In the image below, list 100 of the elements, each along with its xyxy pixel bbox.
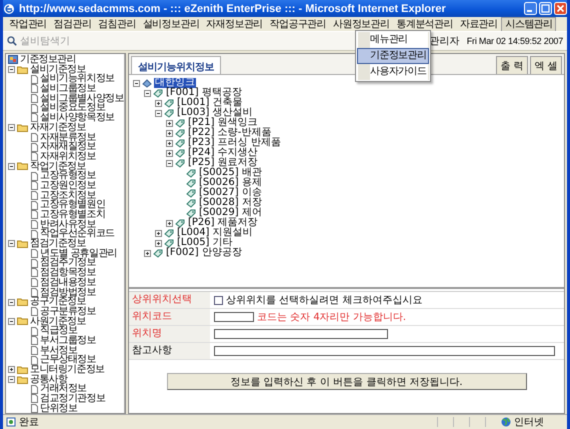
expander-icon[interactable]: [144, 90, 151, 96]
tree-item[interactable]: 작업기준정보: [30, 162, 86, 172]
tree-item[interactable]: 설비사양항목정보: [40, 113, 114, 123]
tree-item[interactable]: 기준정보관리: [20, 55, 76, 65]
menu-option[interactable]: 기준정보관리: [357, 48, 430, 64]
input-field[interactable]: [214, 329, 388, 339]
input-field[interactable]: [214, 346, 555, 356]
expander-icon[interactable]: [8, 366, 15, 374]
tree-item[interactable]: 설비그룹별사양정보: [40, 94, 124, 104]
tree-item[interactable]: 고장유형별조치: [40, 210, 106, 220]
expander-icon[interactable]: [155, 240, 162, 246]
tree-item[interactable]: [P26] 제품저장: [187, 218, 259, 228]
expander-icon[interactable]: [8, 318, 15, 325]
expander-icon[interactable]: [133, 80, 140, 86]
expander-icon[interactable]: [166, 220, 173, 226]
save-button[interactable]: 정보를 입력하신 후 이 버튼을 클릭하면 저장됩니다.: [166, 373, 526, 390]
tree-item[interactable]: [P23] 프러싱 반제품: [187, 138, 282, 148]
tree-item[interactable]: 고장원인정보: [40, 180, 96, 191]
tree-item[interactable]: 년도별 공휴일관리: [40, 248, 117, 258]
tree-item[interactable]: 반려사유정보: [40, 220, 96, 230]
tree-item[interactable]: [S0026] 용제: [198, 178, 263, 188]
expander-icon[interactable]: [166, 120, 173, 126]
tree-item[interactable]: 공통사항: [30, 374, 68, 384]
tree-item[interactable]: 직급정보: [40, 326, 78, 336]
tree-item[interactable]: 모니터링기준정보: [30, 365, 104, 375]
tree-item[interactable]: [L001] 건축물: [176, 98, 244, 108]
expander-icon[interactable]: [8, 162, 15, 170]
input-field[interactable]: [214, 312, 254, 322]
close-icon[interactable]: [554, 2, 567, 15]
tree-item[interactable]: 점검내용정보: [40, 278, 96, 288]
maximize-icon[interactable]: [539, 2, 552, 15]
tree-item[interactable]: 사원기준정보: [30, 316, 86, 326]
search-icon[interactable]: [7, 36, 17, 46]
expander-icon[interactable]: [166, 150, 173, 156]
tree-item[interactable]: [S0027] 이송: [198, 188, 263, 198]
tree-item[interactable]: 작업우선순위코드: [40, 229, 114, 240]
tree-item[interactable]: 설비중요도정보: [40, 103, 106, 114]
tree-item[interactable]: [S0028] 저장: [198, 198, 263, 208]
menu-item[interactable]: 자료관리: [456, 18, 500, 30]
expander-icon[interactable]: [144, 250, 151, 256]
menu-item[interactable]: 검침관리: [95, 18, 139, 30]
tree-item[interactable]: [L004] 지원설비: [176, 228, 254, 238]
expander-icon[interactable]: [8, 66, 15, 74]
expander-icon[interactable]: [155, 230, 162, 236]
tree-item[interactable]: 자재기준정보: [30, 122, 86, 133]
tree-item[interactable]: 근무상태정보: [40, 355, 96, 366]
toolbar-button[interactable]: 출 력: [496, 56, 528, 74]
tree-item[interactable]: 점검기준정보: [30, 239, 86, 249]
tree-item[interactable]: [F002] 안양공장: [165, 248, 243, 258]
menu-option[interactable]: 메뉴관리: [357, 32, 430, 48]
tree-item[interactable]: [P21] 원색잉크: [187, 118, 259, 128]
menu-item[interactable]: 점검관리: [50, 18, 94, 30]
tree-item[interactable]: 고장유형별원인: [40, 200, 106, 210]
tree-item[interactable]: 자재분류정보: [40, 132, 96, 142]
tree-item[interactable]: 설비기능위치정보: [40, 74, 114, 84]
tree-item[interactable]: [L003] 생산설비: [176, 108, 254, 118]
scrollbar[interactable]: [124, 54, 125, 413]
menu-item[interactable]: 사원정보관리: [330, 18, 392, 30]
tree-item[interactable]: [S0029] 제어: [198, 208, 263, 218]
search-field[interactable]: 설비탐색기: [20, 36, 110, 46]
expander-icon[interactable]: [166, 130, 173, 136]
tree-item[interactable]: 공구분류정보: [40, 306, 96, 317]
tree-item[interactable]: 점검방법정보: [40, 288, 96, 298]
tree-item[interactable]: 검교정기관정보: [40, 394, 106, 404]
menu-item[interactable]: 시스템관리: [501, 16, 556, 32]
expander-icon[interactable]: [166, 140, 173, 146]
tree-item[interactable]: 설비그룹정보: [40, 84, 96, 94]
tree-item[interactable]: [S0025] 배관: [198, 168, 263, 178]
menu-item[interactable]: 통계분석관리: [393, 18, 456, 30]
minimize-icon[interactable]: [524, 2, 537, 15]
expander-icon[interactable]: [166, 160, 173, 166]
menu-item[interactable]: 작업공구관리: [266, 18, 330, 30]
tree-item[interactable]: [L005] 기타: [176, 238, 234, 248]
tree-item[interactable]: 설비기준정보: [30, 64, 86, 74]
menu-item[interactable]: 설비정보관리: [140, 18, 202, 30]
tree-item[interactable]: 거래처정보: [40, 384, 87, 394]
expander-icon[interactable]: [8, 124, 15, 132]
tree-item[interactable]: [P22] 소량-반제품: [187, 128, 272, 138]
tree-item[interactable]: 부서정보: [40, 346, 78, 356]
tree-item[interactable]: 자재재질정보: [40, 142, 96, 152]
menu-item[interactable]: 작업관리: [6, 18, 50, 30]
expander-icon[interactable]: [155, 100, 162, 106]
tree-item[interactable]: 고장조치정보: [40, 190, 96, 200]
expander-icon[interactable]: [155, 110, 162, 116]
menu-item[interactable]: 자재정보관리: [203, 18, 266, 30]
tree-item[interactable]: 공구기준정보: [30, 297, 86, 307]
tree-item[interactable]: 점검항목정보: [40, 268, 96, 278]
tree-item[interactable]: 점검주기정보: [40, 258, 96, 268]
checkbox[interactable]: [214, 296, 223, 304]
tree-item[interactable]: 부서그룹정보: [40, 336, 96, 346]
tree-item[interactable]: [F001] 평택공장: [165, 88, 243, 98]
expander-icon[interactable]: [8, 298, 15, 306]
tree-item[interactable]: 자재위치정보: [40, 152, 96, 162]
tree-item[interactable]: 대한잉크: [154, 78, 196, 88]
tree-item[interactable]: 단위정보: [40, 404, 78, 413]
tree-item[interactable]: [P24] 수지생산: [187, 148, 259, 158]
tree-item[interactable]: 고장유형정보: [40, 171, 96, 181]
toolbar-button[interactable]: 엑 셀: [530, 56, 562, 74]
menu-option[interactable]: 사용자가이드: [357, 64, 430, 80]
tree-item[interactable]: [P25] 원료저장: [187, 158, 259, 168]
